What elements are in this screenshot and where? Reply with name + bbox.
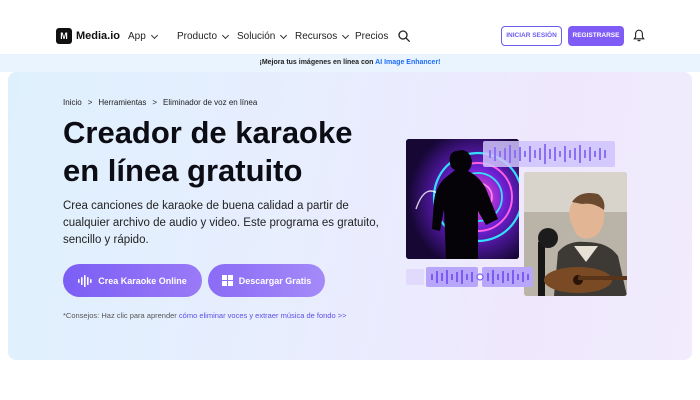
- audio-waveform-top: [483, 141, 615, 167]
- breadcrumb-separator: >: [87, 98, 93, 107]
- nav-item-label: App: [128, 31, 146, 42]
- bell-icon[interactable]: [633, 29, 645, 42]
- page-title-line1: Creador de karaoke: [63, 115, 353, 150]
- promo-link[interactable]: AI Image Enhancer!: [375, 59, 440, 66]
- guitar-singer-image: [524, 172, 627, 296]
- nav-item-precios[interactable]: Precios: [355, 31, 388, 42]
- nav-item-label: Solución: [237, 31, 276, 42]
- tips-prefix: *Consejos: Haz clic para aprender: [63, 311, 177, 320]
- audio-waveform-bottom: [406, 267, 533, 287]
- chevron-down-icon: [342, 31, 350, 39]
- page-title: Creador de karaoke en línea gratuito: [63, 114, 393, 190]
- promo-text: ¡Mejora tus imágenes en línea con: [259, 59, 374, 66]
- breadcrumb: Inicio > Herramientas > Eliminador de vo…: [63, 98, 257, 107]
- promo-banner: ¡Mejora tus imágenes en línea con AI Ima…: [0, 54, 700, 72]
- nav-item-recursos[interactable]: Recursos: [295, 31, 350, 42]
- audio-wave-icon: [78, 274, 92, 287]
- nav-item-producto[interactable]: Producto: [177, 31, 230, 42]
- search-icon[interactable]: [398, 30, 410, 42]
- login-button[interactable]: INICIAR SESIÓN: [501, 26, 562, 46]
- nav-item-app[interactable]: App: [128, 31, 158, 42]
- tips-text: *Consejos: Haz clic para aprender cómo e…: [63, 311, 346, 320]
- breadcrumb-herramientas[interactable]: Herramientas: [98, 98, 146, 107]
- create-karaoke-label: Crea Karaoke Online: [98, 275, 187, 286]
- brand-name[interactable]: Media.io: [76, 30, 120, 42]
- top-navbar: M Media.io App Producto Solución Recurso…: [0, 0, 700, 53]
- nav-item-label: Precios: [355, 31, 389, 42]
- hero-description: Crea canciones de karaoke de buena calid…: [63, 200, 379, 246]
- create-karaoke-button[interactable]: Crea Karaoke Online: [63, 264, 202, 297]
- download-button[interactable]: Descargar Gratis: [208, 264, 325, 297]
- nav-item-solucion[interactable]: Solución: [237, 31, 288, 42]
- breadcrumb-inicio[interactable]: Inicio: [63, 98, 82, 107]
- nav-item-label: Producto: [177, 31, 218, 42]
- nav-item-label: Recursos: [295, 31, 338, 42]
- windows-icon: [221, 275, 233, 286]
- download-label: Descargar Gratis: [238, 275, 312, 286]
- brand-logo-icon[interactable]: M: [56, 28, 72, 44]
- breadcrumb-current: Eliminador de voz en línea: [163, 98, 258, 107]
- karaoke-illustration-singer: [524, 172, 627, 296]
- chevron-down-icon: [150, 31, 158, 39]
- breadcrumb-separator: >: [152, 98, 158, 107]
- tips-link[interactable]: cómo eliminar voces y extraer música de …: [179, 311, 347, 320]
- chevron-down-icon: [280, 31, 288, 39]
- page-title-line2: en línea gratuito: [63, 153, 303, 188]
- chevron-down-icon: [221, 31, 230, 39]
- register-button[interactable]: REGISTRARSE: [568, 26, 624, 46]
